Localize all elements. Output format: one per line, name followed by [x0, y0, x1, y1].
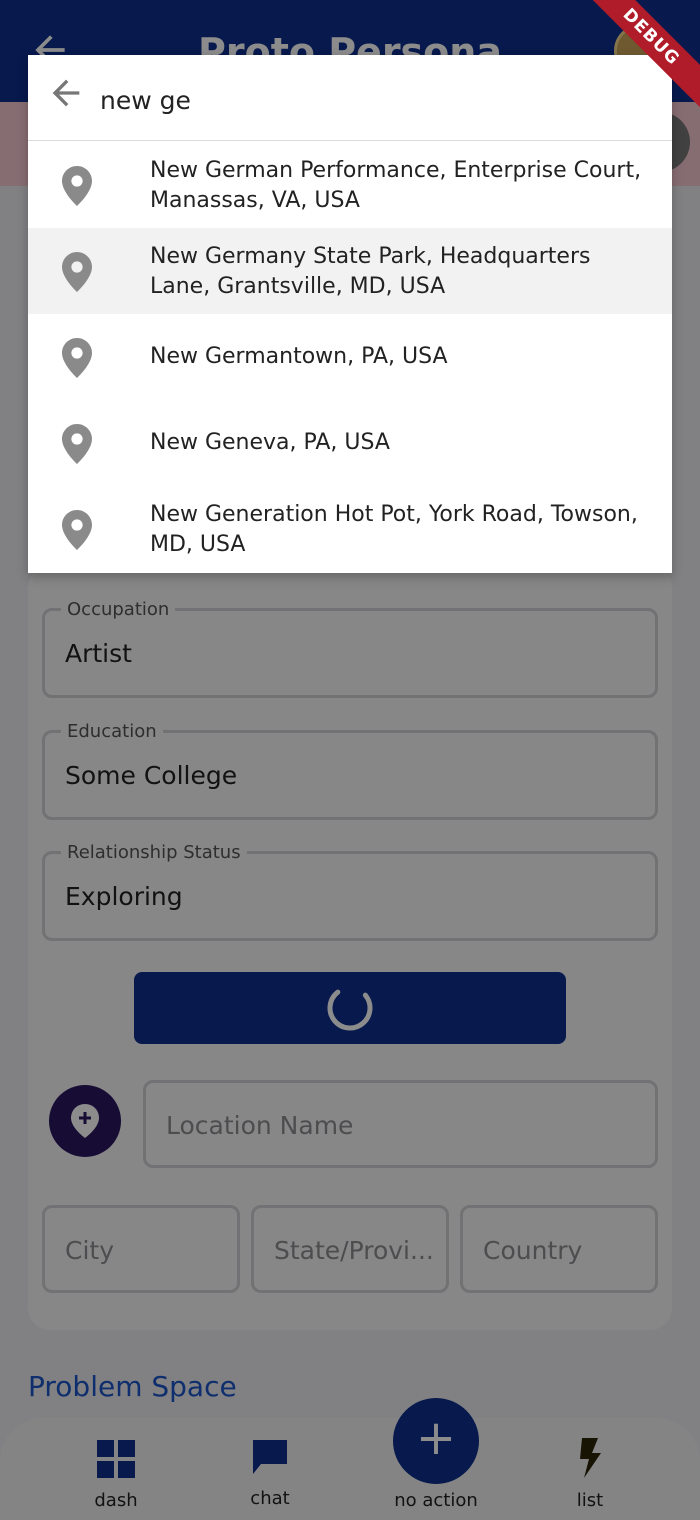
search-result-item[interactable]: New Germantown, PA, USA [28, 314, 672, 400]
search-result-item[interactable]: New Geneva, PA, USA [28, 400, 672, 486]
back-arrow-icon[interactable] [46, 73, 86, 113]
location-pin-icon [62, 252, 92, 292]
location-pin-icon [62, 338, 92, 378]
place-search-input[interactable] [100, 81, 640, 119]
search-result-label: New Geneva, PA, USA [150, 430, 390, 455]
search-result-item[interactable]: New Germany State Park, Headquarters Lan… [28, 228, 672, 314]
location-pin-icon [62, 166, 92, 206]
location-pin-icon [62, 510, 92, 550]
search-header [28, 55, 672, 141]
search-result-label: New German Performance, Enterprise Court… [150, 158, 642, 213]
search-result-label: New Generation Hot Pot, York Road, Towso… [150, 502, 638, 557]
place-search-panel: New German Performance, Enterprise Court… [28, 55, 672, 573]
search-result-item[interactable]: New German Performance, Enterprise Court… [28, 142, 672, 228]
search-result-item[interactable]: New Generation Hot Pot, York Road, Towso… [28, 486, 672, 572]
search-result-label: New Germantown, PA, USA [150, 344, 448, 369]
location-pin-icon [62, 424, 92, 464]
search-result-label: New Germany State Park, Headquarters Lan… [150, 244, 591, 299]
